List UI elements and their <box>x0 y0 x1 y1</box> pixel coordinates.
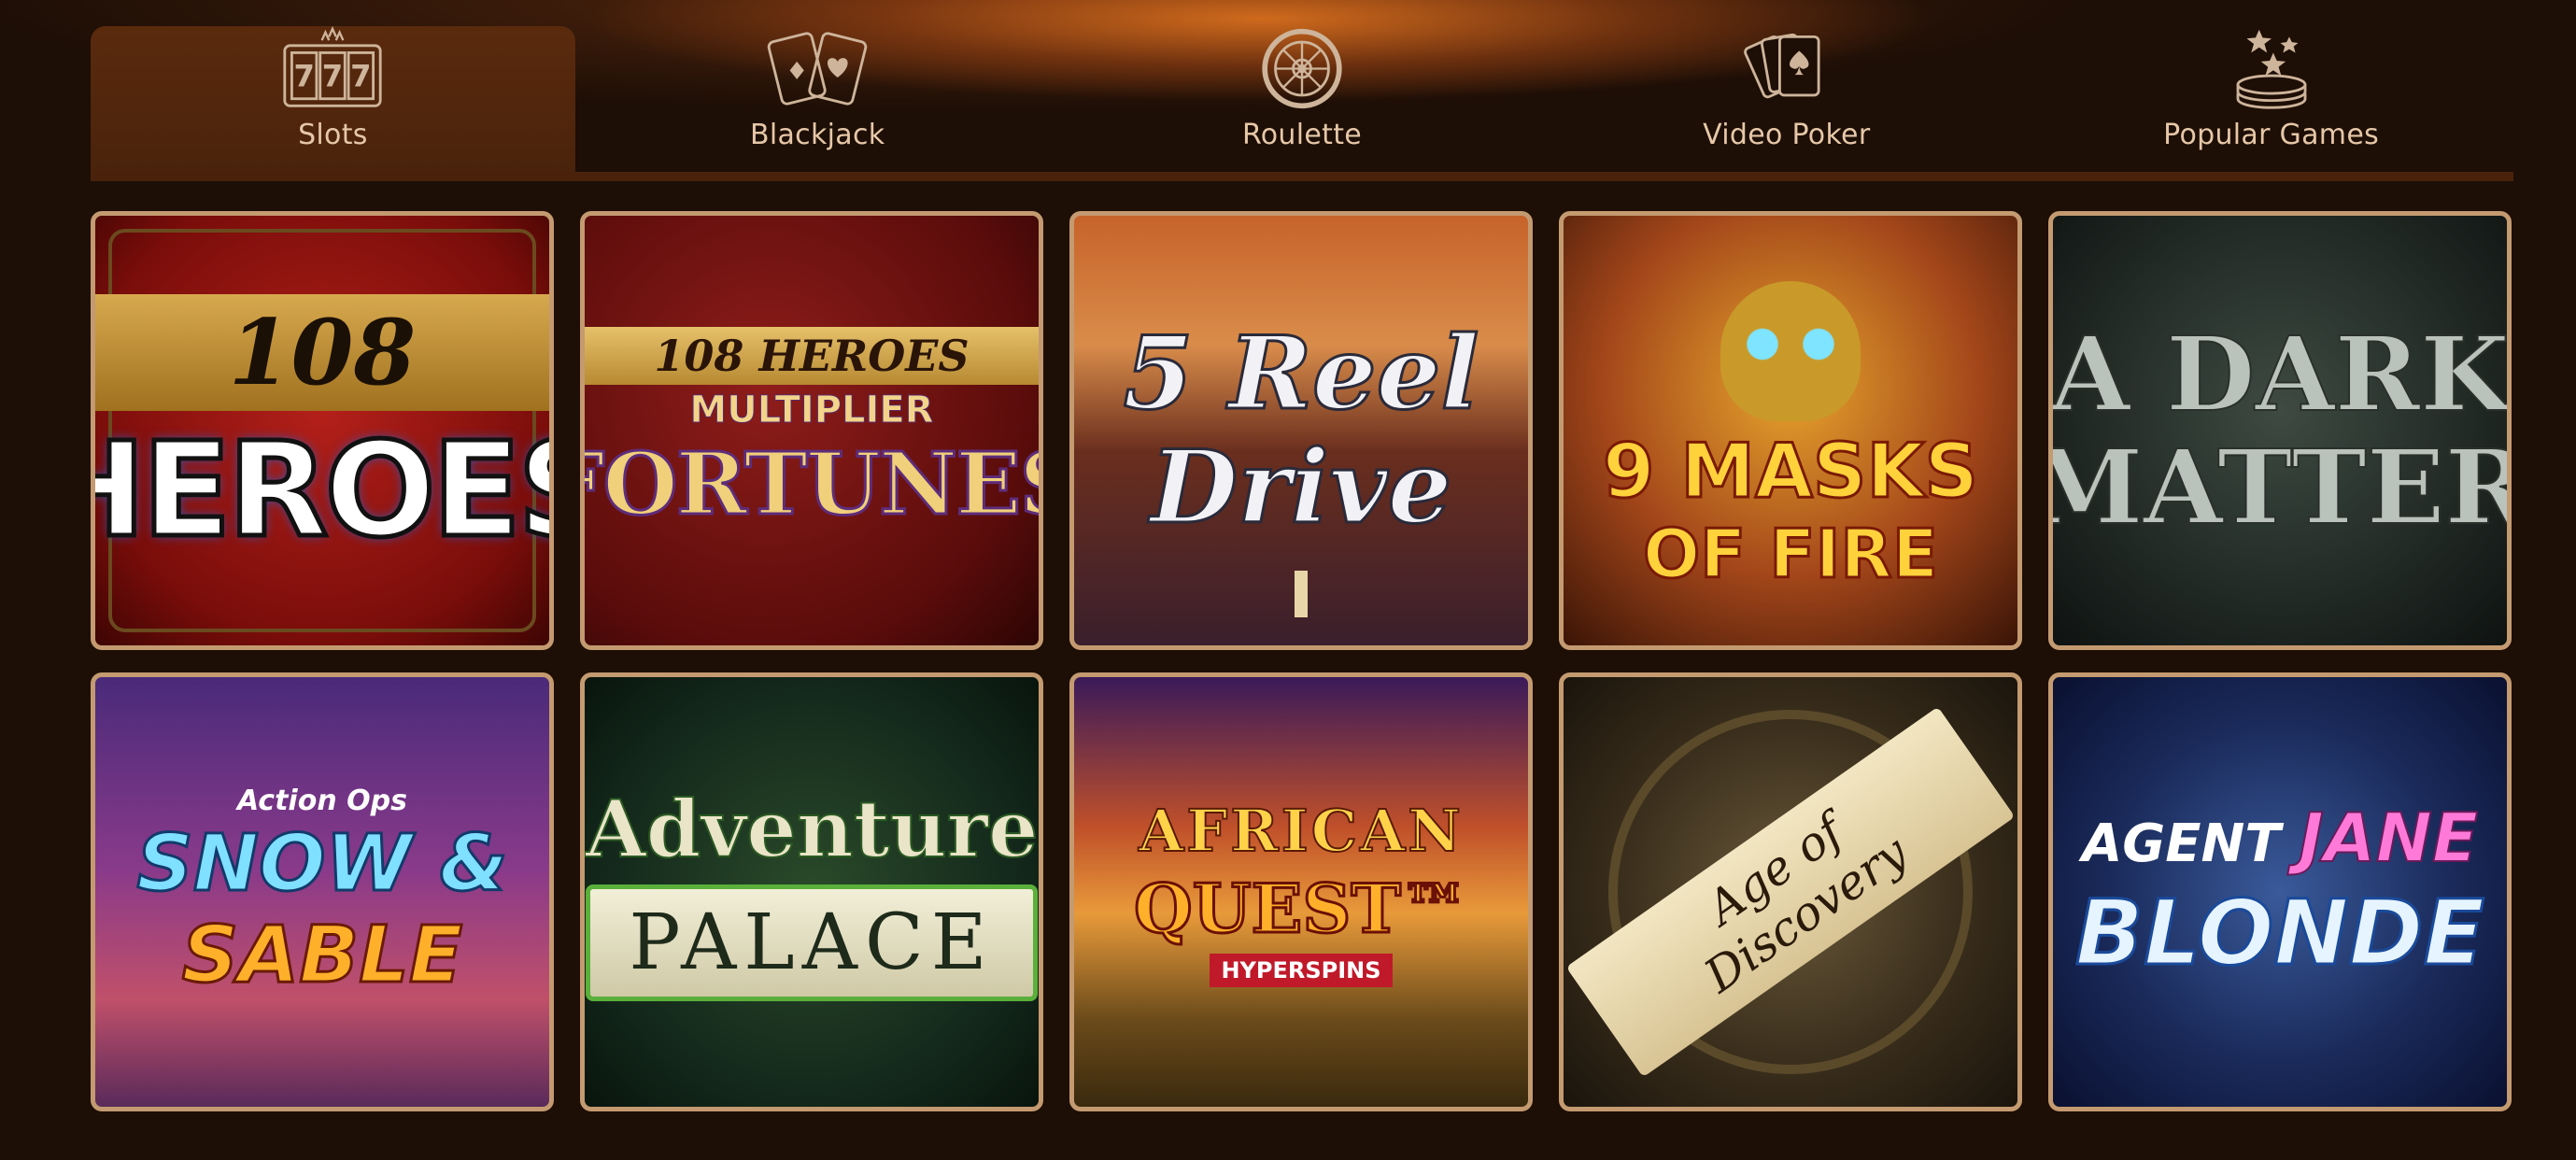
game-title-word: AGENT <box>2081 813 2281 874</box>
game-logo: A DARK MATTER <box>2048 313 2512 548</box>
game-logo: 9 MASKS OF FIRE <box>1601 426 1979 594</box>
game-logo: Action Ops SNOW & SABLE <box>135 784 509 1002</box>
poker-cards-icon <box>1743 33 1820 99</box>
game-title-line: 9 MASKS <box>1601 426 1979 516</box>
game-tile-108-heroes[interactable]: 108 HEROES <box>91 211 554 650</box>
game-logo: AFRICAN QUEST™ HYPERSPINS <box>1133 796 1470 987</box>
game-logo: Age of Discovery <box>1564 706 2017 1078</box>
tab-popular-games[interactable]: Popular Games <box>2029 26 2513 172</box>
playing-cards-icon <box>767 32 868 106</box>
category-tab-bar: 777 Slots Blackjack Roulette Video Poker… <box>91 26 2513 181</box>
game-logo: Adventure PALACE <box>585 782 1039 1001</box>
game-title-line: HEROES <box>95 413 549 570</box>
game-logo: AGENT JANE BLONDE <box>2074 798 2485 987</box>
game-tile-a-dark-matter[interactable]: A DARK MATTER <box>2048 211 2512 650</box>
game-title-line: MATTER <box>2048 426 2512 548</box>
svg-text:7: 7 <box>351 58 372 93</box>
tab-video-poker[interactable]: Video Poker <box>1544 26 2029 172</box>
game-logo: 108 HEROES <box>95 294 549 570</box>
game-tile-108-heroes-multiplier-fortunes[interactable]: 108 HEROES MULTIPLIER FORTUNES <box>580 211 1043 650</box>
star-chips-icon <box>2236 29 2307 109</box>
game-tile-agent-jane-blonde[interactable]: AGENT JANE BLONDE <box>2048 672 2512 1111</box>
game-title-word: JANE <box>2298 798 2479 878</box>
game-tile-9-masks-of-fire[interactable]: 9 MASKS OF FIRE <box>1559 211 2022 650</box>
game-title-line: SNOW & <box>135 815 509 910</box>
tab-label: Blackjack <box>749 119 885 151</box>
game-title-line: PALACE <box>585 884 1039 1001</box>
svg-text:7: 7 <box>322 58 343 93</box>
game-title-line: MULTIPLIER <box>689 389 934 432</box>
game-logo: 108 HEROES MULTIPLIER FORTUNES <box>585 327 1039 536</box>
game-title-line: Age of Discovery <box>1565 706 2016 1078</box>
roulette-wheel-icon <box>1262 28 1342 109</box>
game-title-line: 5 Reel <box>1122 314 1480 434</box>
game-title-line: Drive <box>1149 428 1453 548</box>
game-title-line: Adventure <box>585 782 1039 876</box>
tab-slots[interactable]: 777 Slots <box>91 26 575 172</box>
tab-label: Roulette <box>1241 119 1363 151</box>
tab-roulette[interactable]: Roulette <box>1060 26 1545 172</box>
game-tile-snow-and-sable[interactable]: Action Ops SNOW & SABLE <box>91 672 554 1111</box>
game-tile-african-quest[interactable]: AFRICAN QUEST™ HYPERSPINS <box>1069 672 1533 1111</box>
game-logo: 5 Reel Drive <box>1122 314 1480 548</box>
game-title-line: QUEST™ <box>1133 868 1470 950</box>
game-title-line: A DARK <box>2050 313 2510 435</box>
game-title-line: AGENT JANE <box>2075 798 2484 878</box>
svg-text:7: 7 <box>294 58 315 93</box>
game-tile-5-reel-drive[interactable]: 5 Reel Drive <box>1069 211 1533 650</box>
game-title-line: OF FIRE <box>1641 513 1939 594</box>
game-grid: 108 HEROES 108 HEROES MULTIPLIER FORTUNE… <box>91 211 2512 1111</box>
game-title-line: BLONDE <box>2074 880 2485 987</box>
tab-blackjack[interactable]: Blackjack <box>575 26 1060 172</box>
game-title-line: FORTUNES <box>585 432 1039 536</box>
game-title-line: AFRICAN <box>1138 796 1464 866</box>
game-badge: HYPERSPINS <box>1210 954 1393 987</box>
game-title-line: SABLE <box>180 907 463 1001</box>
game-title-line: 108 <box>95 294 549 411</box>
game-tile-age-of-discovery[interactable]: Age of Discovery <box>1559 672 2022 1111</box>
game-title-line: Action Ops <box>237 784 407 817</box>
game-tile-adventure-palace[interactable]: Adventure PALACE <box>580 672 1043 1111</box>
tab-label: Slots <box>298 119 368 151</box>
slot-machine-icon: 777 <box>283 26 382 107</box>
tab-label: Popular Games <box>2163 119 2380 151</box>
game-title-line: 108 HEROES <box>585 327 1039 385</box>
tab-label: Video Poker <box>1703 119 1871 151</box>
